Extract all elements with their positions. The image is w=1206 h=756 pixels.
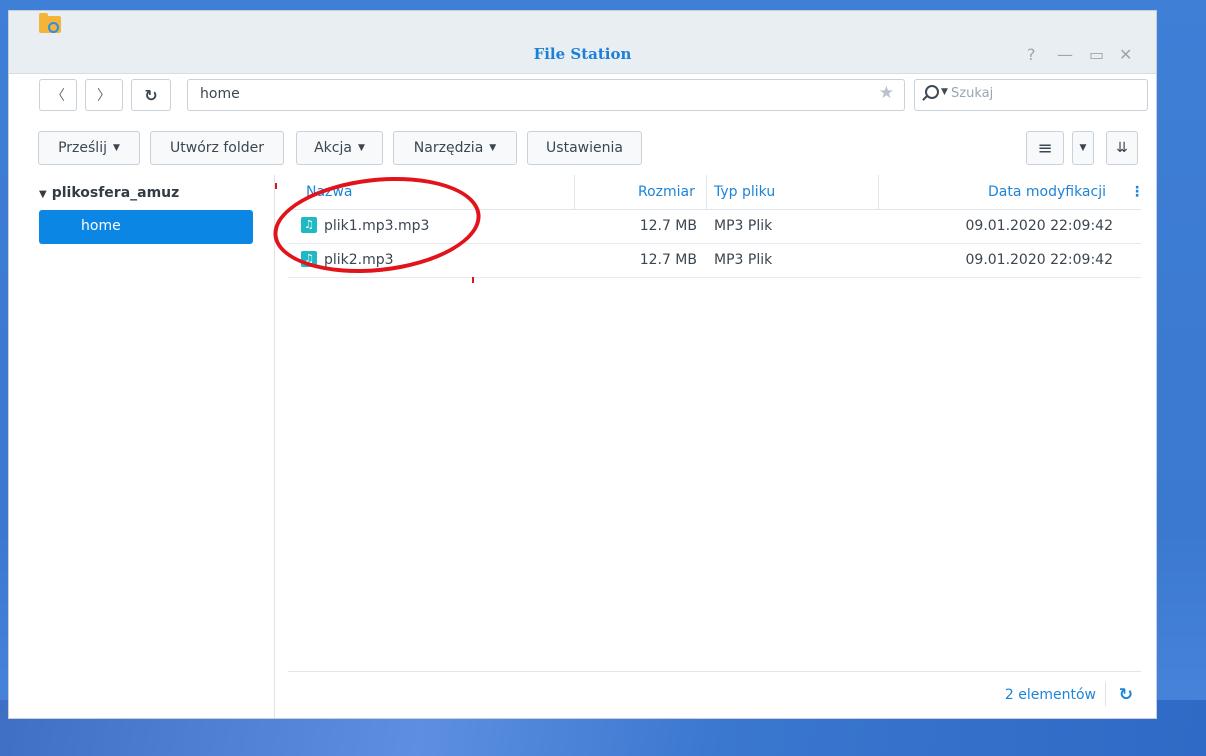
file-station-app-icon	[39, 13, 61, 33]
red-mark	[472, 277, 474, 283]
tools-button[interactable]: Narzędzia ▼	[393, 131, 517, 165]
path-text: home	[200, 86, 240, 102]
sidebar: ▼ plikosfera_amuz home	[9, 175, 275, 718]
refresh-button[interactable]: ↻	[131, 79, 171, 111]
refresh-icon: ↻	[144, 85, 158, 105]
chevron-left-icon: 〈	[51, 88, 65, 104]
sidebar-root[interactable]: ▼ plikosfera_amuz	[39, 185, 179, 201]
chevron-right-icon: 〉	[97, 88, 111, 104]
column-modified[interactable]: Data modyfikacji	[988, 184, 1106, 200]
search-input[interactable]: ▼ Szukaj	[914, 79, 1148, 111]
close-icon[interactable]: ✕	[1119, 45, 1132, 64]
maximize-icon[interactable]: ▭	[1089, 45, 1104, 64]
view-mode-button[interactable]: ≡	[1026, 131, 1064, 165]
file-type: MP3 Plik	[714, 252, 773, 268]
sort-button[interactable]: ⇊	[1106, 131, 1138, 165]
divider	[1105, 682, 1106, 706]
file-type: MP3 Plik	[714, 218, 773, 234]
file-station-window: File Station ? — ▭ ✕ 〈 〉 ↻ home ★ ▼ Szuk…	[8, 10, 1157, 719]
sidebar-item-label: home	[81, 218, 121, 234]
help-icon[interactable]: ?	[1027, 45, 1036, 64]
column-divider[interactable]	[574, 175, 575, 209]
caret-down-icon: ▼	[489, 143, 497, 153]
window-title: File Station	[533, 45, 632, 63]
minimize-icon[interactable]: —	[1057, 45, 1073, 64]
action-button[interactable]: Akcja ▼	[296, 131, 383, 165]
search-dropdown-caret-icon[interactable]: ▼	[941, 87, 948, 97]
column-divider[interactable]	[878, 175, 879, 209]
file-size: 12.7 MB	[639, 252, 697, 268]
star-icon[interactable]: ★	[879, 83, 894, 103]
forward-button[interactable]: 〉	[85, 79, 123, 111]
item-count: 2 elementów	[1004, 687, 1096, 703]
red-mark	[275, 183, 277, 189]
upload-label: Prześlij	[58, 140, 107, 156]
refresh-icon[interactable]: ↻	[1119, 685, 1133, 705]
create-folder-label: Utwórz folder	[170, 140, 264, 156]
file-modified: 09.01.2020 22:09:42	[965, 218, 1114, 234]
column-size[interactable]: Rozmiar	[638, 184, 695, 200]
action-label: Akcja	[314, 140, 352, 156]
path-bar[interactable]: home ★	[187, 79, 905, 111]
caret-down-icon: ▼	[1079, 143, 1087, 153]
upload-button[interactable]: Prześlij ▼	[38, 131, 140, 165]
tools-label: Narzędzia	[413, 140, 484, 156]
file-modified: 09.01.2020 22:09:42	[965, 252, 1114, 268]
settings-button[interactable]: Ustawienia	[527, 131, 642, 165]
search-icon	[925, 85, 939, 99]
sort-icon: ⇊	[1116, 140, 1128, 156]
caret-down-icon: ▼	[357, 143, 365, 153]
file-size: 12.7 MB	[639, 218, 697, 234]
sidebar-item-home[interactable]: home	[39, 210, 253, 244]
status-bar: 2 elementów ↻	[288, 671, 1141, 716]
settings-label: Ustawienia	[546, 140, 623, 156]
search-placeholder: Szukaj	[951, 86, 994, 101]
create-folder-button[interactable]: Utwórz folder	[150, 131, 284, 165]
title-bar: File Station ? — ▭ ✕	[9, 11, 1156, 74]
view-mode-dropdown[interactable]: ▼	[1072, 131, 1094, 165]
column-divider[interactable]	[706, 175, 707, 209]
column-type[interactable]: Typ pliku	[714, 184, 775, 200]
column-options-icon[interactable]: ⋮	[1130, 184, 1144, 200]
triangle-down-icon: ▼	[39, 189, 47, 200]
back-button[interactable]: 〈	[39, 79, 77, 111]
sidebar-root-label: plikosfera_amuz	[51, 185, 180, 201]
caret-down-icon: ▼	[112, 143, 120, 153]
list-view-icon: ≡	[1037, 137, 1053, 159]
